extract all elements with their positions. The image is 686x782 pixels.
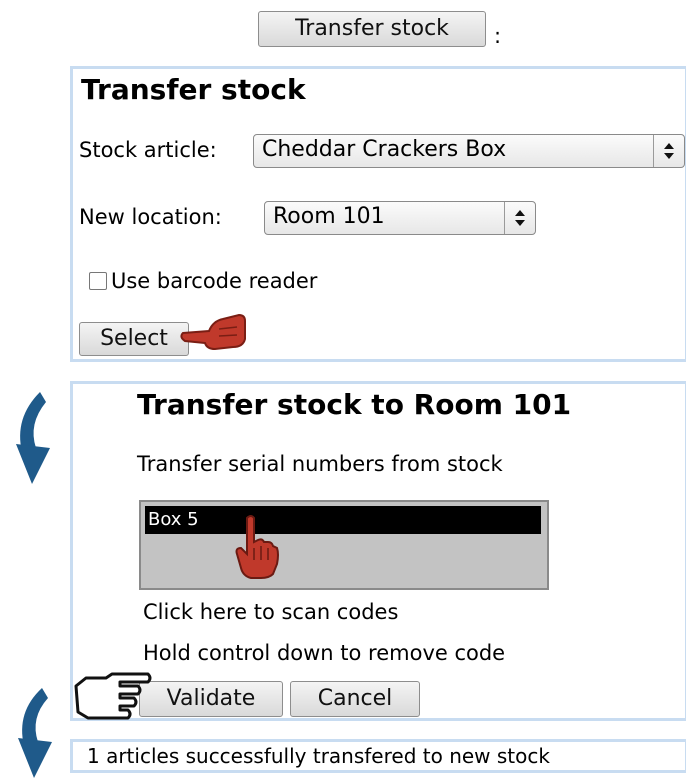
pointing-hand-outline-icon — [74, 672, 152, 720]
remove-hint: Hold control down to remove code — [143, 641, 506, 665]
new-location-select[interactable]: Room 101 — [264, 201, 536, 235]
barcode-label: Use barcode reader — [111, 269, 318, 293]
stock-article-value: Cheddar Crackers Box — [262, 137, 507, 162]
select-arrows-icon — [504, 202, 535, 234]
transfer-stock-form: Transfer stock Stock article: Cheddar Cr… — [70, 66, 686, 362]
list-item-selected[interactable]: Box 5 — [145, 506, 541, 534]
scan-hint: Click here to scan codes — [143, 600, 399, 624]
transfer-location-title: Transfer stock to Room 101 — [137, 388, 572, 421]
form-title: Transfer stock — [81, 73, 306, 106]
new-location-label: New location: — [79, 205, 222, 229]
transfer-stock-button[interactable]: Transfer stock — [258, 11, 486, 47]
transfer-subtitle: Transfer serial numbers from stock — [137, 452, 503, 476]
curved-arrow-icon — [18, 688, 52, 778]
pointing-hand-icon — [180, 313, 246, 351]
result-message: 1 articles successfully transfered to ne… — [87, 744, 550, 768]
validate-button[interactable]: Validate — [139, 681, 283, 717]
hand-cursor-icon — [235, 515, 279, 579]
cancel-button[interactable]: Cancel — [290, 681, 420, 717]
serial-numbers-list[interactable]: Box 5 — [139, 500, 549, 590]
new-location-value: Room 101 — [273, 204, 385, 229]
result-banner: 1 articles successfully transfered to ne… — [70, 739, 686, 773]
select-arrows-icon — [653, 135, 684, 167]
stock-article-select[interactable]: Cheddar Crackers Box — [253, 134, 685, 168]
barcode-checkbox[interactable] — [89, 272, 107, 290]
trailing-colon: : — [494, 24, 502, 48]
select-button[interactable]: Select — [79, 322, 189, 356]
transfer-to-location-form: Transfer stock to Room 101 Transfer seri… — [70, 381, 686, 721]
curved-arrow-icon — [16, 392, 50, 484]
stock-article-label: Stock article: — [79, 138, 217, 162]
